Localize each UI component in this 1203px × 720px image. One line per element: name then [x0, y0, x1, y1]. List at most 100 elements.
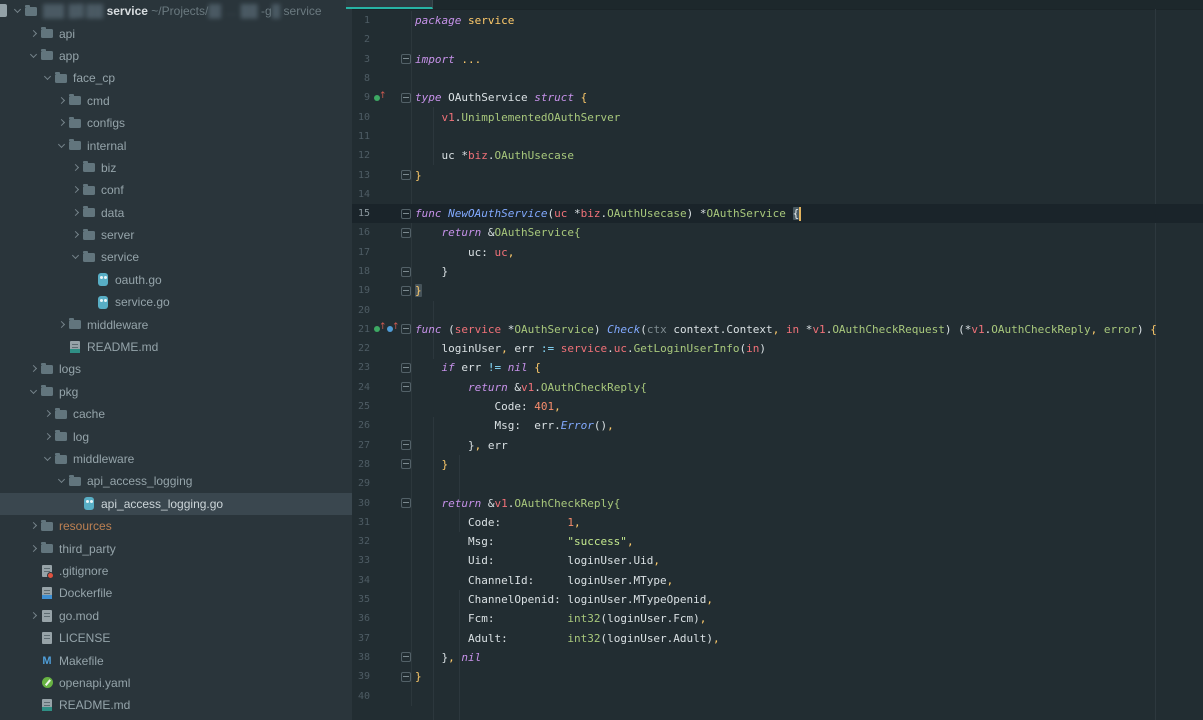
chevron-right-icon[interactable] [56, 117, 68, 129]
tree-item-api[interactable]: api [0, 22, 352, 44]
fold-end-icon[interactable] [401, 170, 411, 180]
tree-item-resources[interactable]: resources [0, 515, 352, 537]
tree-item-license[interactable]: LICENSE [0, 627, 352, 649]
code-line-38[interactable]: 38 }, nil [352, 648, 1203, 667]
implements-gutter-icon[interactable] [374, 93, 385, 103]
chevron-right-icon[interactable] [70, 162, 82, 174]
fold-start-icon[interactable] [401, 324, 411, 334]
chevron-right-icon[interactable] [28, 28, 40, 40]
code-line-3[interactable]: 3import ... [352, 50, 1203, 69]
chevron-right-icon[interactable] [28, 520, 40, 532]
chevron-right-icon[interactable] [56, 319, 68, 331]
chevron-down-icon[interactable] [28, 386, 40, 398]
code-line-33[interactable]: 33 Uid: loginUser.Uid, [352, 551, 1203, 570]
tree-item-.gitignore[interactable]: .gitignore [0, 560, 352, 582]
code-line-9[interactable]: 9type OAuthService struct { [352, 88, 1203, 107]
tree-item-internal[interactable]: internal [0, 134, 352, 156]
tree-item-go.mod[interactable]: go.mod [0, 605, 352, 627]
code-line-10[interactable]: 10 v1.UnimplementedOAuthServer [352, 107, 1203, 126]
fold-start-icon[interactable] [401, 228, 411, 238]
code-line-35[interactable]: 35 ChannelOpenid: loginUser.MTypeOpenid, [352, 590, 1203, 609]
code-line-16[interactable]: 16 return &OAuthService{ [352, 223, 1203, 242]
code-line-23[interactable]: 23 if err != nil { [352, 358, 1203, 377]
overrides-gutter-icon[interactable] [387, 324, 398, 334]
tree-item-makefile[interactable]: MMakefile [0, 649, 352, 671]
tree-item-biz[interactable]: biz [0, 157, 352, 179]
code-line-28[interactable]: 28 } [352, 455, 1203, 474]
code-line-40[interactable]: 40 [352, 686, 1203, 705]
fold-end-icon[interactable] [401, 286, 411, 296]
fold-end-icon[interactable] [401, 267, 411, 277]
code-line-13[interactable]: 13} [352, 165, 1203, 184]
fold-end-icon[interactable] [401, 652, 411, 662]
tree-item-server[interactable]: server [0, 224, 352, 246]
fold-end-icon[interactable] [401, 672, 411, 682]
code-line-1[interactable]: 1package service [352, 11, 1203, 30]
tree-item-service.go[interactable]: service.go [0, 291, 352, 313]
code-line-22[interactable]: 22 loginUser, err := service.uc.GetLogin… [352, 339, 1203, 358]
tree-item-configs[interactable]: configs [0, 112, 352, 134]
code-line-20[interactable]: 20 [352, 300, 1203, 319]
fold-start-icon[interactable] [401, 363, 411, 373]
chevron-right-icon[interactable] [28, 363, 40, 375]
code-line-21[interactable]: 21func (service *OAuthService) Check(ctx… [352, 320, 1203, 339]
tree-item-cmd[interactable]: cmd [0, 90, 352, 112]
chevron-down-icon[interactable] [28, 50, 40, 62]
fold-end-icon[interactable] [401, 459, 411, 469]
tree-item-oauth.go[interactable]: oauth.go [0, 269, 352, 291]
tree-item-readme.md[interactable]: README.md [0, 336, 352, 358]
code-line-8[interactable]: 8 [352, 69, 1203, 88]
chevron-right-icon[interactable] [56, 95, 68, 107]
fold-end-icon[interactable] [401, 440, 411, 450]
tree-item-pkg[interactable]: pkg [0, 381, 352, 403]
code-line-2[interactable]: 2 [352, 30, 1203, 49]
code-line-11[interactable]: 11 [352, 127, 1203, 146]
code-line-26[interactable]: 26 Msg: err.Error(), [352, 416, 1203, 435]
code-line-37[interactable]: 37 Adult: int32(loginUser.Adult), [352, 629, 1203, 648]
tree-item-middleware[interactable]: middleware [0, 313, 352, 335]
fold-start-icon[interactable] [401, 498, 411, 508]
code-line-18[interactable]: 18 } [352, 262, 1203, 281]
code-line-36[interactable]: 36 Fcm: int32(loginUser.Fcm), [352, 609, 1203, 628]
code-line-32[interactable]: 32 Msg: "success", [352, 532, 1203, 551]
chevron-right-icon[interactable] [28, 610, 40, 622]
code-line-30[interactable]: 30 return &v1.OAuthCheckReply{ [352, 493, 1203, 512]
tree-item-conf[interactable]: conf [0, 179, 352, 201]
tree-item-third_party[interactable]: third_party [0, 537, 352, 559]
chevron-right-icon[interactable] [28, 543, 40, 555]
fold-start-icon[interactable] [401, 54, 411, 64]
chevron-right-icon[interactable] [42, 408, 54, 420]
code-line-25[interactable]: 25 Code: 401, [352, 397, 1203, 416]
tree-item-logs[interactable]: logs [0, 358, 352, 380]
chevron-down-icon[interactable] [12, 5, 24, 17]
fold-start-icon[interactable] [401, 93, 411, 103]
tree-item-project-root[interactable]: ██▌█▊██ service ~/Projects/█▌… ██ -g█ se… [0, 0, 352, 22]
code-line-15[interactable]: 15func NewOAuthService(uc *biz.OAuthUsec… [352, 204, 1203, 223]
tree-item-dockerfile[interactable]: Dockerfile [0, 582, 352, 604]
chevron-right-icon[interactable] [70, 207, 82, 219]
code-line-17[interactable]: 17 uc: uc, [352, 243, 1203, 262]
code-area[interactable]: 1package service23import ...89type OAuth… [352, 0, 1203, 706]
chevron-down-icon[interactable] [56, 475, 68, 487]
tree-item-middleware[interactable]: middleware [0, 448, 352, 470]
tree-item-openapi.yaml[interactable]: openapi.yaml [0, 672, 352, 694]
tree-item-cache[interactable]: cache [0, 403, 352, 425]
code-line-12[interactable]: 12 uc *biz.OAuthUsecase [352, 146, 1203, 165]
code-line-31[interactable]: 31 Code: 1, [352, 513, 1203, 532]
tree-item-face_cp[interactable]: face_cp [0, 67, 352, 89]
chevron-down-icon[interactable] [56, 140, 68, 152]
code-line-34[interactable]: 34 ChannelId: loginUser.MType, [352, 571, 1203, 590]
chevron-down-icon[interactable] [70, 251, 82, 263]
chevron-down-icon[interactable] [42, 72, 54, 84]
chevron-down-icon[interactable] [42, 453, 54, 465]
chevron-right-icon[interactable] [42, 431, 54, 443]
tree-item-readme.md[interactable]: README.md [0, 694, 352, 716]
chevron-right-icon[interactable] [70, 229, 82, 241]
code-line-39[interactable]: 39} [352, 667, 1203, 686]
fold-start-icon[interactable] [401, 209, 411, 219]
chevron-right-icon[interactable] [70, 184, 82, 196]
fold-start-icon[interactable] [401, 382, 411, 392]
code-line-24[interactable]: 24 return &v1.OAuthCheckReply{ [352, 378, 1203, 397]
tree-item-service[interactable]: service [0, 246, 352, 268]
implements-gutter-icon[interactable] [374, 324, 385, 334]
